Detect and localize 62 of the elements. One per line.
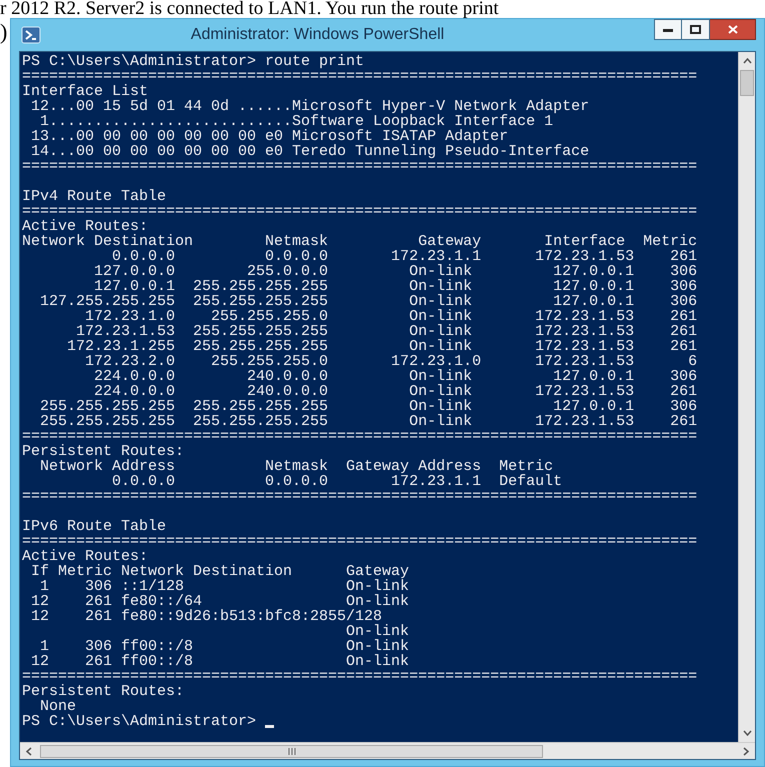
console-line: PS C:\Users\Administrator> [22,714,256,729]
console-line: =========================================================================== [22,669,698,684]
scroll-right-icon [743,746,749,756]
console-line: 0.0.0.0 0.0.0.0 172.23.1.1 Default [111,474,562,489]
maximize-button[interactable] [682,19,710,40]
console-line: Active Routes: [22,219,148,234]
scrollbar-thumb[interactable] [40,744,543,758]
console-line: 13...00 00 00 00 00 00 00 e0 Microsoft ISATAP Adapter [30,129,508,144]
close-icon [728,25,738,34]
console-line: 172.23.1.255 255.255.255.255 On-link 172.23.1.53 261 [66,339,698,354]
console-line: Network Address Netmask Gateway Address Metric [39,459,554,474]
console-line: =========================================================================== [22,159,698,174]
context-text: r 2012 R2. Server2 is connected to LAN1. You run the route print [0,0,499,18]
console-line: 14...00 00 00 00 00 00 00 e0 Teredo Tunneling Pseudo-Interface [30,144,590,159]
context-text: ) [0,19,8,44]
console-line: IPv4 Route Table [22,189,166,204]
console-line: 172.23.2.0 255.255.255.0 172.23.1.0 172.23.1.53 6 [84,354,698,369]
scroll-left-icon [26,746,32,756]
console-line: 12 261 fe80::/64 On-link [30,594,410,609]
console-line: 12...00 15 5d 01 44 0d ......Microsoft Hyper-V Network Adapter [30,99,590,114]
console-line: Interface List [22,84,148,99]
console-line: =========================================================================== [22,489,698,504]
horizontal-scrollbar[interactable] [20,742,755,759]
console-line: On-link [345,624,410,639]
console-line: Active Routes: [22,549,148,564]
console-line: =========================================================================== [22,69,698,84]
close-button[interactable] [710,19,756,40]
window-title: Administrator: Windows PowerShell [190,25,446,45]
console-line: None [39,699,76,714]
minimize-icon [663,28,673,32]
console-line: Persistent Routes: [22,684,184,699]
console-line: 255.255.255.255 255.255.255.255 On-link 127.0.0.1 306 [39,399,698,414]
scroll-up-icon [742,58,752,64]
console-line: Persistent Routes: [22,444,184,459]
terminal-icon [21,26,41,44]
console-line: 12 261 ff00::/8 On-link [30,654,410,669]
console-line: 1...........................Software Loopback Interface 1 [39,114,554,129]
console-line: Network Destination Netmask Gateway Interface Metric [22,234,698,249]
console-line: 127.0.0.0 255.0.0.0 On-link 127.0.0.1 306 [93,264,698,279]
console-line: 0.0.0.0 0.0.0.0 172.23.1.1 172.23.1.53 261 [111,249,698,264]
vertical-scrollbar[interactable] [738,52,755,742]
scroll-down-icon [742,730,752,736]
maximize-icon [690,25,701,34]
console-line: 1 306 ::1/128 On-link [39,579,410,594]
console-line: 127.0.0.1 255.255.255.255 On-link 127.0.0.1 306 [93,279,698,294]
console-line: 127.255.255.255 255.255.255.255 On-link 127.0.0.1 306 [39,294,698,309]
minimize-button[interactable] [654,19,682,40]
console-line: =========================================================================== [22,534,698,549]
console-line: 172.23.1.0 255.255.255.0 On-link 172.23.1.53 261 [84,309,698,324]
console-line: 12 261 fe80::9d26:b513:bfc8:2855/128 [30,609,382,624]
console-line: 172.23.1.53 255.255.255.255 On-link 172.23.1.53 261 [75,324,698,339]
console-line: 255.255.255.255 255.255.255.255 On-link 172.23.1.53 261 [39,414,698,429]
console-line: IPv6 Route Table [22,519,166,534]
console-line: 224.0.0.0 240.0.0.0 On-link 127.0.0.1 306 [93,369,698,384]
scrollbar-thumb[interactable] [740,70,754,96]
console-line: =========================================================================== [22,204,698,219]
console-line: PS C:\Users\Administrator> route print [22,54,364,69]
console-line: 224.0.0.0 240.0.0.0 On-link 172.23.1.53 261 [93,384,698,399]
console-line: =========================================================================== [22,429,698,444]
console-line: If Metric Network Destination Gateway [30,564,410,579]
console-line: 1 306 ff00::/8 On-link [39,639,410,654]
grip-icon [288,748,296,754]
